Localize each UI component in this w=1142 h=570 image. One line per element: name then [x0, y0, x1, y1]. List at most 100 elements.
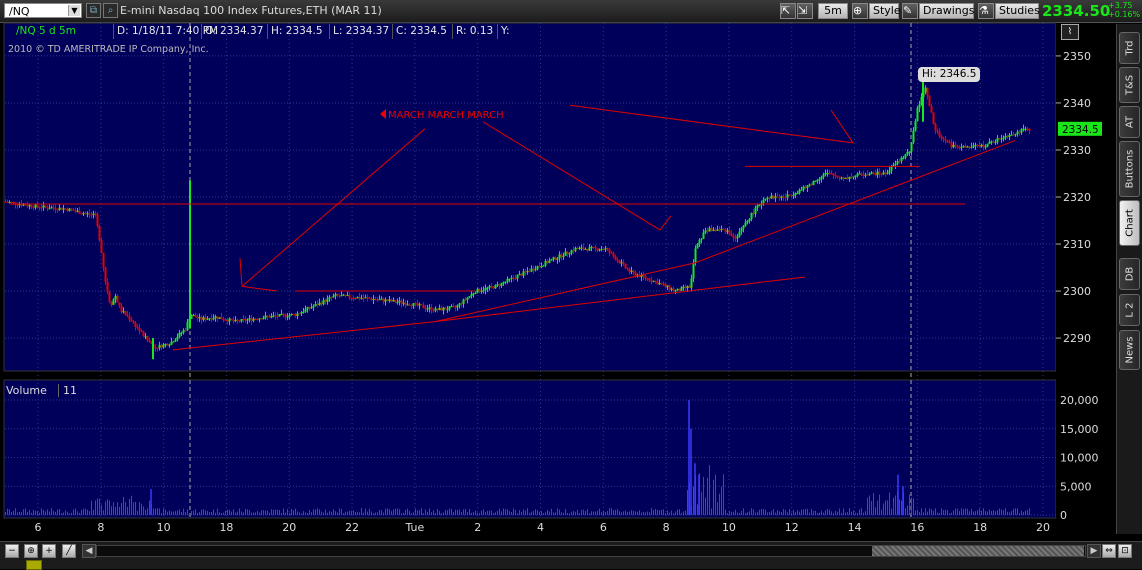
candle-body	[60, 207, 63, 210]
candle-body	[280, 313, 283, 315]
expand-icon[interactable]: ⇔	[1102, 544, 1116, 558]
candle-body	[582, 247, 585, 250]
candle-body	[526, 271, 529, 273]
volume-tick-label: 15,000	[1060, 423, 1099, 436]
candle-body	[694, 248, 697, 263]
y-tick-label: 2290	[1063, 332, 1091, 345]
candle-body	[146, 336, 149, 341]
x-tick-label: 4	[537, 521, 544, 534]
tab-time-and-sales[interactable]: T&S	[1119, 67, 1140, 103]
candle-body	[244, 319, 247, 321]
candle-body	[1018, 131, 1021, 133]
candle-body	[304, 309, 307, 312]
candle-body	[834, 175, 837, 177]
y-tick-label: 2340	[1063, 97, 1091, 110]
candle-body	[1012, 134, 1015, 136]
candle-body	[686, 286, 689, 288]
candle-body	[710, 228, 713, 231]
candle-body	[646, 278, 649, 280]
candle-body	[30, 205, 33, 208]
zoom-fit-icon[interactable]: ⊡	[1118, 544, 1132, 558]
candle-body	[726, 230, 729, 232]
candle-body	[612, 253, 615, 257]
candle-body	[516, 275, 519, 279]
candle-body	[746, 220, 749, 223]
candle-body	[396, 301, 399, 303]
candle-body	[520, 273, 523, 276]
candle-body	[1010, 134, 1013, 136]
tab-news[interactable]: News	[1119, 330, 1140, 370]
candle-body	[458, 303, 461, 306]
candle-body	[770, 195, 773, 199]
candle-body	[134, 322, 137, 327]
tab-db[interactable]: DB	[1119, 258, 1140, 290]
scrollbar-thumb[interactable]	[872, 546, 1084, 556]
candle-body	[90, 214, 93, 216]
candle-body	[714, 229, 717, 231]
candle-body	[12, 202, 15, 204]
candle-body	[156, 347, 159, 349]
candle-body	[486, 287, 489, 289]
candle-body	[964, 146, 967, 148]
candle-body	[888, 170, 891, 173]
candle-body	[504, 281, 507, 283]
tab-at[interactable]: AT	[1119, 106, 1140, 138]
candle-body	[154, 347, 157, 349]
candle-body	[460, 303, 463, 305]
tab-level2[interactable]: L 2	[1119, 294, 1140, 326]
scroll-left-icon[interactable]: ◀	[82, 544, 96, 558]
candle-body	[80, 213, 83, 215]
candle-body	[796, 193, 799, 195]
candle-body	[262, 317, 265, 320]
candle-body	[698, 239, 701, 245]
candle-body	[428, 307, 431, 309]
candle-body	[546, 261, 549, 263]
x-tick-label: 10	[157, 521, 171, 534]
candle-body	[908, 151, 911, 153]
candle-body	[464, 299, 467, 301]
candle-body	[752, 212, 755, 214]
candle-body	[676, 288, 679, 291]
tab-chart[interactable]: Chart	[1119, 200, 1140, 246]
candle-body	[196, 317, 199, 319]
candle-body	[862, 174, 865, 176]
zoom-in-icon[interactable]: +	[42, 544, 56, 558]
tab-buttons[interactable]: Buttons	[1119, 141, 1140, 197]
candle-body	[108, 291, 111, 302]
candle-body	[586, 249, 589, 251]
zoom-out-icon[interactable]: −	[5, 544, 19, 558]
price-chart[interactable]: 2290 2300 2310 2320 2330 2340 2350 0 5,000 10,000…	[0, 0, 1142, 568]
candle-body	[702, 232, 705, 239]
x-tick-label: 10	[722, 521, 736, 534]
candle-body	[544, 261, 547, 266]
candle-body	[242, 318, 245, 320]
candle-body	[122, 311, 125, 313]
x-tick-label: Tue	[404, 521, 424, 534]
drawing-tool-icon[interactable]: ╱	[62, 544, 76, 558]
x-tick-label: 22	[345, 521, 359, 534]
chart-ticker-label[interactable]: /NQ 5 d 5m	[13, 24, 76, 39]
candle-body	[654, 280, 657, 282]
tab-trd[interactable]: Trd	[1119, 32, 1140, 64]
candle-body	[966, 146, 969, 148]
candle-body	[704, 230, 707, 233]
candle-body	[430, 307, 433, 311]
candle-body	[782, 196, 785, 198]
annotation-text[interactable]: MARCH MARCH MARCH	[380, 109, 504, 121]
candle-body	[950, 142, 953, 148]
candle-body	[336, 294, 339, 296]
magnifier-icon[interactable]: ⊕	[24, 544, 38, 558]
candle-body	[816, 180, 819, 182]
candle-body	[864, 174, 867, 176]
x-tick-label: 12	[785, 521, 799, 534]
candle-body	[930, 106, 933, 113]
candle-body	[590, 246, 593, 248]
bar-open: O: 2334.37	[201, 24, 263, 39]
candle-body	[536, 266, 539, 270]
candle-body	[580, 247, 583, 249]
chart-settings-icon[interactable]: ⌇	[1061, 24, 1079, 40]
candle-body	[846, 177, 849, 180]
time-scrollbar[interactable]	[96, 545, 1086, 557]
scroll-right-icon[interactable]: ▶	[1087, 544, 1101, 558]
candle-body	[632, 270, 635, 273]
